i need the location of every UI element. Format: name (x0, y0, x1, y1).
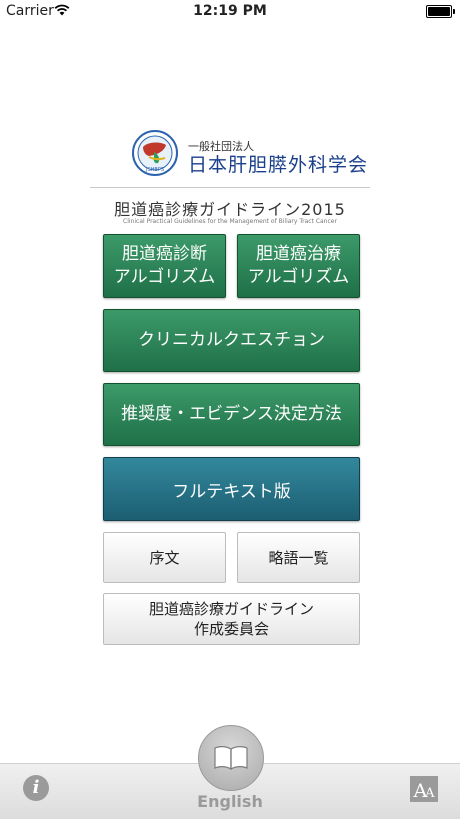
committee-button[interactable]: 胆道癌診療ガイドライン 作成委員会 (103, 593, 360, 645)
preface-button[interactable]: 序文 (103, 532, 226, 583)
committee-line2: 作成委員会 (193, 620, 269, 638)
english-label[interactable]: English (0, 792, 460, 811)
guide-title: 胆道癌診療ガイドライン2015 (114, 200, 346, 219)
diagnosis-algorithm-button[interactable]: 胆道癌診断 アルゴリズム (103, 234, 226, 298)
guide-subtitle: Clinical Practical Guidelines for the Ma… (123, 218, 337, 225)
abbreviations-button[interactable]: 略語一覧 (237, 532, 360, 583)
treatment-algorithm-line1: 胆道癌治療 (256, 244, 341, 264)
clock: 12:19 PM (193, 3, 267, 19)
society-logo: JSHBPS (132, 130, 178, 176)
abbreviations-label: 略語一覧 (268, 548, 329, 567)
fulltext-button[interactable]: フルテキスト版 (103, 457, 360, 521)
committee-line1: 胆道癌診療ガイドライン (148, 600, 314, 618)
header-divider (90, 187, 370, 188)
diagnosis-algorithm-line2: アルゴリズム (113, 267, 216, 287)
status-bar: Carrier 12:19 PM (0, 0, 460, 24)
battery-icon (426, 5, 455, 18)
treatment-algorithm-line2: アルゴリズム (247, 267, 350, 287)
fulltext-label: フルテキスト版 (172, 481, 291, 502)
english-button[interactable] (198, 725, 264, 791)
diagnosis-algorithm-line1: 胆道癌診断 (122, 244, 207, 264)
org-name: 日本肝胆膵外科学会 (188, 154, 369, 176)
clinical-question-label: クリニカルクエスチョン (138, 330, 325, 350)
preface-label: 序文 (149, 548, 180, 567)
recommendation-evidence-button[interactable]: 推奨度・エビデンス決定方法 (103, 383, 360, 446)
recommendation-evidence-label: 推奨度・エビデンス決定方法 (121, 404, 342, 424)
clinical-question-button[interactable]: クリニカルクエスチョン (103, 309, 360, 372)
treatment-algorithm-button[interactable]: 胆道癌治療 アルゴリズム (237, 234, 360, 298)
font-size-icon[interactable]: AA (410, 776, 438, 802)
logo-text: JSHBPS (145, 167, 164, 173)
font-size-glyph-small: A (425, 786, 435, 801)
book-icon (214, 746, 248, 771)
